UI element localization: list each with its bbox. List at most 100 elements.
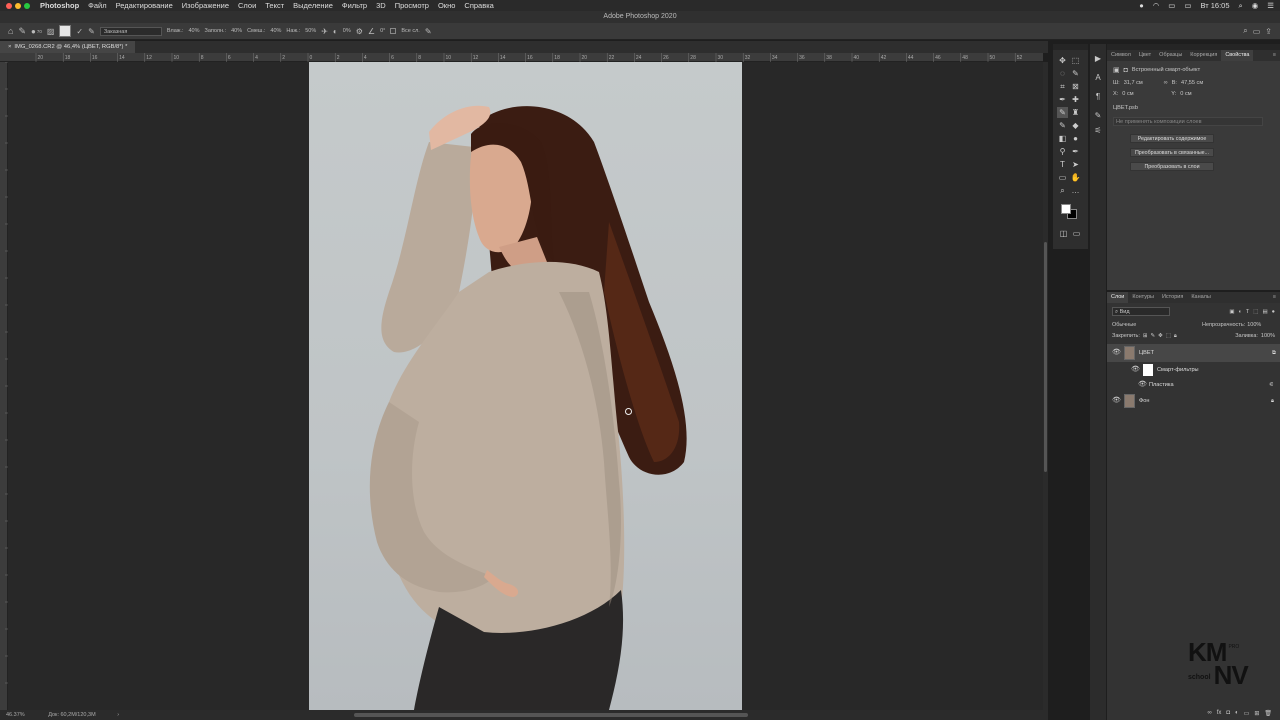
angle2-value[interactable]: 0° [380, 28, 385, 34]
load-clean-icon[interactable]: ✎ [88, 27, 95, 36]
eyedropper-tool-icon[interactable]: ✒ [1057, 94, 1068, 105]
battery-icon[interactable]: ▭ [1184, 1, 1191, 10]
panel-menu-icon[interactable]: ≡ [1269, 50, 1280, 61]
layer-name[interactable]: ЦВЕТ [1139, 344, 1154, 362]
blend-mode-select[interactable]: Обычные [1112, 322, 1202, 328]
lock-pixels-icon[interactable]: ⊞ [1143, 333, 1148, 339]
width-value[interactable]: 31,7 см [1124, 80, 1160, 86]
close-window-button[interactable] [6, 2, 12, 9]
menu-3d[interactable]: 3D [376, 1, 386, 10]
brush-preset-picker[interactable]: ● 70 [31, 27, 42, 36]
filter-adjust-icon[interactable]: ◐ [1239, 309, 1242, 315]
layers-menu-icon[interactable]: ≡ [1269, 292, 1280, 303]
marquee-tool-icon[interactable]: ⬚ [1070, 55, 1081, 66]
menu-edit[interactable]: Редактирование [116, 1, 173, 10]
menu-help[interactable]: Справка [464, 1, 493, 10]
scroll-thumb[interactable] [1044, 242, 1047, 472]
eraser-tool-icon[interactable]: ◆ [1070, 120, 1081, 131]
tab-color[interactable]: Цвет [1135, 50, 1155, 61]
tab-history[interactable]: История [1158, 292, 1187, 303]
tab-layers[interactable]: Слои [1107, 292, 1129, 303]
pen-tool-icon[interactable]: ✒ [1070, 146, 1081, 157]
adjust-sliders-icon[interactable]: ⚟ [1090, 126, 1106, 135]
layer-row-smart-filters[interactable]: 👁︎ Смарт-фильтры [1107, 362, 1280, 378]
layer-row-background[interactable]: 👁︎ Фон 🔒︎ [1107, 392, 1280, 410]
airbrush-icon[interactable]: ✈ [321, 27, 328, 36]
menu-image[interactable]: Изображение [182, 1, 229, 10]
y-value[interactable]: 0 см [1180, 91, 1191, 97]
mix-preset-select[interactable]: Заказная [99, 26, 162, 36]
rectangle-tool-icon[interactable]: ▭ [1057, 172, 1068, 183]
layer-comps-select[interactable]: Не применять композиции слоев [1113, 117, 1263, 126]
healing-tool-icon[interactable]: ✚ [1070, 94, 1081, 105]
link-icon[interactable]: ∞ [1164, 80, 1168, 86]
new-group-icon[interactable]: ▭ [1244, 710, 1250, 720]
filter-type-icon[interactable]: T [1246, 309, 1249, 315]
lock-artboard-icon[interactable]: ⬚ [1166, 333, 1171, 339]
search-tool-icon[interactable]: ⌕ [1243, 26, 1247, 36]
clean-brush-icon[interactable]: ✓ [76, 27, 83, 36]
crop-tool-icon[interactable]: ⌗ [1057, 81, 1068, 92]
layer-row-color[interactable]: 👁︎ ЦВЕТ ⧉ [1107, 344, 1280, 362]
edit-contents-button[interactable]: Редактировать содержимое [1130, 134, 1214, 143]
fill-value[interactable]: 40% [231, 28, 242, 34]
pressure-size-icon[interactable]: ✎ [425, 27, 432, 36]
trash-icon[interactable]: 🗑︎ [1264, 710, 1272, 720]
adjustment-layer-icon[interactable]: ◐ [1235, 710, 1239, 720]
zoom-tool-icon[interactable]: ⌕ [1057, 185, 1068, 196]
dodge-tool-icon[interactable]: ⚲ [1057, 146, 1068, 157]
screen-mode-icon[interactable]: ▭ [1071, 228, 1082, 239]
lock-all-icon[interactable]: 🔒︎ [1174, 333, 1177, 340]
convert-to-layers-button[interactable]: Преобразовать в слои [1130, 162, 1214, 171]
angle-value[interactable]: 0% [343, 28, 351, 34]
mixer-brush-icon[interactable]: ✎ [18, 26, 26, 37]
type-tool-icon[interactable]: T [1057, 159, 1068, 170]
history-brush-tool-icon[interactable]: ✎ [1057, 120, 1068, 131]
menu-filter[interactable]: Фильтр [342, 1, 367, 10]
app-menu[interactable]: Photoshop [40, 1, 79, 10]
visibility-eye-icon[interactable]: 👁︎ [1112, 344, 1121, 362]
mix-value[interactable]: 40% [270, 28, 281, 34]
menu-type[interactable]: Текст [265, 1, 284, 10]
layer-name[interactable]: Фон [1139, 392, 1149, 410]
tab-adjustments[interactable]: Коррекция [1186, 50, 1221, 61]
frame-tool-icon[interactable]: ⊠ [1070, 81, 1081, 92]
search-icon[interactable]: ⌕ [1239, 1, 1243, 11]
more-tools-icon[interactable]: … [1070, 185, 1081, 196]
home-icon[interactable]: ⌂ [8, 26, 13, 36]
paragraph-icon[interactable]: ¶ [1090, 92, 1106, 101]
zoom-window-button[interactable] [24, 2, 30, 9]
flow-value[interactable]: 40% [188, 28, 199, 34]
quick-select-tool-icon[interactable]: ✎ [1070, 68, 1081, 79]
brush-settings-icon[interactable]: ✎ [1090, 111, 1106, 120]
blur-tool-icon[interactable]: ● [1070, 133, 1081, 144]
menu-layers[interactable]: Слои [238, 1, 256, 10]
canvas-vertical-scrollbar[interactable] [1043, 62, 1048, 710]
menu-list-icon[interactable]: ☰ [1267, 1, 1274, 10]
move-tool-icon[interactable]: ✥ [1057, 55, 1068, 66]
filter-toggle-icon[interactable]: ● [1272, 309, 1275, 315]
menubar-clock[interactable]: Вт 16:05 [1200, 1, 1229, 10]
minimize-window-button[interactable] [15, 2, 21, 9]
font-icon[interactable]: A [1090, 73, 1106, 82]
quick-mask-icon[interactable]: ◫ [1058, 228, 1069, 239]
tab-paths[interactable]: Контуры [1128, 292, 1158, 303]
document-image[interactable] [309, 62, 742, 710]
menu-view[interactable]: Просмотр [395, 1, 429, 10]
lasso-tool-icon[interactable]: ◌ [1057, 68, 1068, 79]
load-brush-icon[interactable]: ▨ [47, 27, 55, 36]
fx-icon[interactable]: fx [1217, 710, 1222, 720]
play-icon[interactable]: ▶ [1090, 54, 1106, 63]
opacity-value[interactable]: 100% [1247, 322, 1261, 328]
height-value[interactable]: 47,55 см [1181, 80, 1203, 86]
layer-name[interactable]: Пластика [1149, 376, 1174, 394]
record-icon[interactable]: ● [1139, 1, 1144, 10]
pressure-value[interactable]: 50% [305, 28, 316, 34]
angle2-icon[interactable]: ∠ [368, 27, 375, 36]
flag-icon[interactable]: ▭ [1168, 1, 1175, 10]
doc-size-info[interactable]: Док: 60,2M/120,3M [48, 712, 95, 718]
fill-value[interactable]: 100% [1261, 333, 1275, 339]
tab-channels[interactable]: Каналы [1187, 292, 1215, 303]
lock-move-icon[interactable]: ✥ [1158, 333, 1163, 339]
visibility-eye-icon[interactable]: 👁︎ [1112, 392, 1121, 410]
